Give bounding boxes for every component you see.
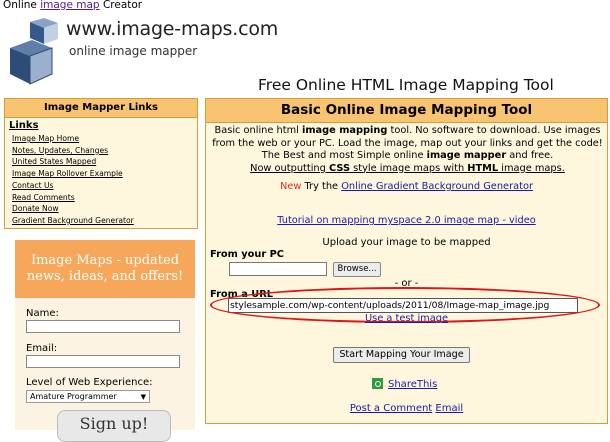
sidebar-item-read-comments[interactable]: Read Comments: [12, 192, 197, 204]
share-this-label[interactable]: ShareThis: [388, 379, 437, 390]
post-comment-link[interactable]: Post a Comment: [350, 403, 432, 414]
sidebar-links-panel: Image Mapper Links Links Image Map Home …: [4, 98, 198, 229]
sidebar-item-united-states[interactable]: United States Mapped: [12, 156, 197, 168]
experience-select[interactable]: Amature Programmer ▼: [26, 390, 150, 403]
gradient-promo: New Try the Online Gradient Background G…: [206, 181, 607, 192]
newsletter-banner-line2: news, ideas, and offers!: [26, 269, 184, 284]
mapping-tool-header: Basic Online Image Mapping Tool: [206, 99, 607, 123]
intro-bold-image-mapper: image mapper: [426, 150, 507, 161]
intro-text: Basic online html image mapping tool. No…: [210, 125, 605, 175]
sidebar-item-gradient-generator[interactable]: Gradient Background Generator: [12, 215, 197, 227]
sidebar-links-title[interactable]: Links: [9, 120, 197, 131]
sidebar-header: Image Mapper Links: [5, 99, 197, 118]
experience-selected-value: Amature Programmer: [30, 392, 117, 401]
note-bold-css: CSS: [328, 162, 351, 174]
top-suffix: Creator: [102, 0, 143, 11]
page-title: Free Online HTML Image Mapping Tool: [258, 76, 554, 94]
mapping-tool-panel: Basic Online Image Mapping Tool Basic on…: [205, 98, 608, 424]
email-label: Email:: [26, 343, 58, 354]
sidebar-link-list: Image Map Home Notes, Updates, Changes U…: [5, 133, 197, 227]
sidebar-item-notes-updates[interactable]: Notes, Updates, Changes: [12, 145, 197, 157]
signup-button[interactable]: Sign up!: [57, 410, 171, 442]
test-image-row: Use a test image: [206, 313, 607, 324]
intro-text-part: and free.: [506, 150, 554, 161]
share-icon: [372, 378, 383, 389]
experience-label: Level of Web Experience:: [26, 377, 153, 388]
logo-title[interactable]: www.image-maps.com: [66, 18, 278, 40]
start-mapping-button[interactable]: Start Mapping Your Image: [333, 347, 470, 363]
note-bold-html: HTML: [467, 162, 499, 174]
email-link[interactable]: Email: [435, 403, 463, 414]
dropdown-arrow-icon: ▼: [140, 393, 146, 401]
from-pc-label: From your PC: [210, 249, 284, 260]
note-part: style image maps with: [350, 162, 468, 174]
sidebar-item-rollover-example[interactable]: Image Map Rollover Example: [12, 168, 197, 180]
footer-links: Post a Comment Email: [206, 403, 607, 414]
intro-bold-image-mapping: image mapping: [301, 125, 388, 136]
logo-cubes-icon[interactable]: [2, 10, 64, 90]
intro-text-part: Basic online html: [214, 125, 302, 136]
file-path-input[interactable]: [229, 262, 327, 276]
upload-label: Upload your image to be mapped: [322, 237, 491, 248]
newsletter-banner-line1: Image Maps - updated: [30, 253, 180, 268]
sidebar-item-contact-us[interactable]: Contact Us: [12, 180, 197, 192]
new-badge: New: [280, 181, 302, 192]
name-input[interactable]: [26, 320, 180, 333]
share-this-button[interactable]: ShareThis: [372, 378, 437, 390]
browse-button[interactable]: Browse...: [333, 262, 381, 277]
gradient-generator-link[interactable]: Online Gradient Background Generator: [341, 181, 533, 192]
name-label: Name:: [26, 308, 59, 319]
tutorial-row: Tutorial on mapping myspace 2.0 image ma…: [206, 215, 607, 226]
css-output-note[interactable]: Now outputting CSS style image maps with…: [250, 163, 565, 174]
note-part: Now outputting: [250, 162, 329, 174]
note-part: image maps.: [498, 162, 565, 174]
tutorial-video-link[interactable]: Tutorial on mapping myspace 2.0 image ma…: [277, 215, 536, 226]
newsletter-signup: Image Maps - updated news, ideas, and of…: [15, 240, 195, 442]
sidebar-item-donate-now[interactable]: Donate Now: [12, 203, 197, 215]
newsletter-banner: Image Maps - updated news, ideas, and of…: [15, 240, 195, 298]
sidebar-item-image-map-home[interactable]: Image Map Home: [12, 133, 197, 145]
use-test-image-link[interactable]: Use a test image: [365, 313, 448, 324]
try-text: Try the: [301, 181, 342, 192]
logo-subtitle: online image mapper: [69, 44, 198, 58]
email-input[interactable]: [26, 355, 180, 368]
